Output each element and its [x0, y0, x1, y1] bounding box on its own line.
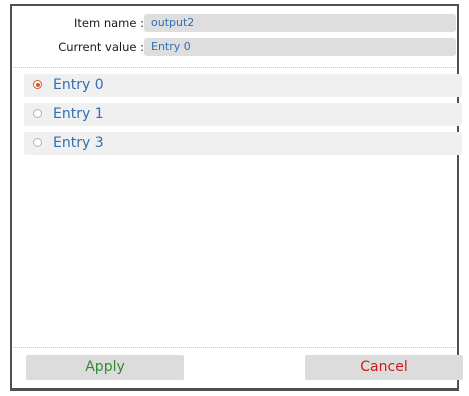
option-label: Entry 3 [53, 135, 104, 151]
radio-checked-icon[interactable] [33, 80, 42, 89]
apply-button[interactable]: Apply [26, 355, 184, 380]
option-entry-0[interactable]: Entry 0 [24, 74, 462, 97]
current-value-field: Entry 0 [144, 38, 456, 56]
item-name-row: Item name : output2 [12, 14, 457, 32]
current-value-row: Current value : Entry 0 [12, 38, 457, 56]
radio-unchecked-icon[interactable] [33, 138, 42, 147]
top-divider [13, 67, 456, 68]
item-name-field: output2 [144, 14, 456, 32]
current-value-label: Current value : [58, 40, 144, 54]
bottom-divider [13, 347, 456, 348]
selection-dialog: Item name : output2 Current value : Entr… [10, 4, 463, 391]
option-list: Entry 0 Entry 1 Entry 3 [24, 74, 462, 161]
option-entry-1[interactable]: Entry 1 [24, 103, 462, 126]
cancel-button[interactable]: Cancel [305, 355, 463, 380]
option-label: Entry 0 [53, 77, 104, 93]
radio-unchecked-icon[interactable] [33, 109, 42, 118]
option-entry-3[interactable]: Entry 3 [24, 132, 462, 155]
item-name-label: Item name : [74, 16, 144, 30]
option-label: Entry 1 [53, 106, 104, 122]
